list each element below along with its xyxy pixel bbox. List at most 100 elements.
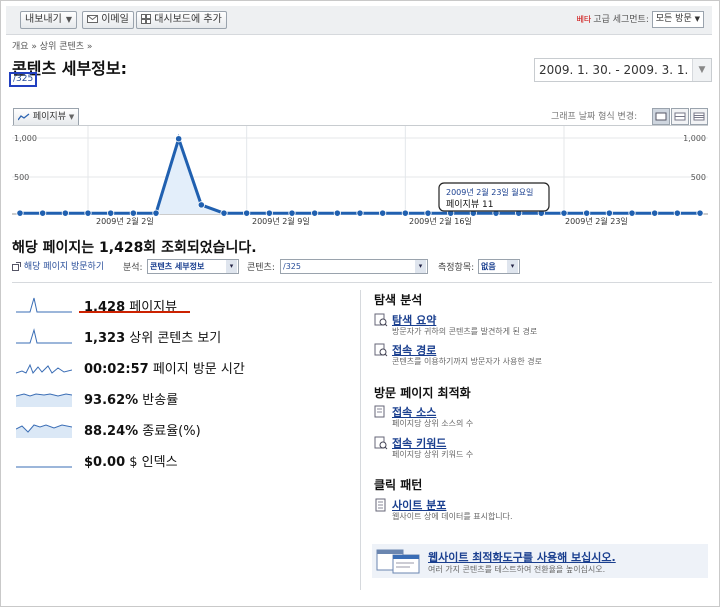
- data-point[interactable]: [356, 209, 364, 217]
- data-point[interactable]: [84, 209, 92, 217]
- website-optimizer-icon: [376, 549, 420, 574]
- chevron-down-icon[interactable]: ▼: [692, 59, 711, 81]
- month-view-icon[interactable]: [690, 108, 708, 125]
- time-on-page-sparkline: [16, 363, 72, 374]
- data-point[interactable]: [265, 209, 273, 217]
- email-button[interactable]: 이메일: [82, 11, 134, 29]
- week-view-icon[interactable]: [671, 108, 689, 125]
- promo-description: 여러 가지 콘텐츠를 테스트하여 전환율을 높이십시오.: [428, 565, 606, 574]
- date-range-picker[interactable]: 2009. 1. 30. - 2009. 3. 1. ▼: [534, 58, 712, 82]
- dimension-value: 없음: [481, 262, 496, 271]
- data-point[interactable]: [175, 135, 183, 143]
- metric-value: 93.62%: [84, 393, 139, 408]
- segment-select[interactable]: 모든 방문 ▼: [651, 11, 704, 28]
- data-point[interactable]: [401, 209, 409, 217]
- x-tick-label: 2009년 2월 16일: [409, 216, 472, 226]
- email-label: 이메일: [101, 14, 129, 25]
- landing-optimization-title: 방문 페이지 최적화: [374, 386, 471, 400]
- metric-unique-views[interactable]: 1,323 상위 콘텐츠 보기: [12, 325, 342, 349]
- data-point[interactable]: [696, 209, 704, 217]
- data-point[interactable]: [605, 209, 613, 217]
- entrance-sources-item: 접속 소스 페이지당 상위 소스의 수: [374, 405, 704, 433]
- beta-badge: 베타: [576, 15, 592, 24]
- item-description: 웹사이트 상에 데이터를 표시합니다.: [392, 512, 513, 521]
- metric-time-on-page[interactable]: 00:02:57 페이지 방문 시간: [12, 356, 342, 380]
- data-point[interactable]: [61, 209, 69, 217]
- chevron-down-icon: ▾: [415, 260, 426, 273]
- navigation-analysis-title: 탐색 분석: [374, 293, 423, 307]
- chevron-down-icon: ▾: [507, 260, 518, 273]
- export-button[interactable]: 내보내기 ▼: [20, 11, 77, 29]
- item-description: 페이지당 상위 소스의 수: [392, 419, 474, 428]
- analysis-label: 분석:: [123, 263, 143, 273]
- website-optimizer-link[interactable]: 웹사이트 최적화도구를 사용해 보십시오.: [428, 549, 616, 565]
- chevron-down-icon: ▼: [694, 15, 700, 23]
- data-point[interactable]: [129, 209, 137, 217]
- x-tick-label: 2009년 2월 9일: [252, 216, 310, 226]
- sources-icon: [374, 405, 385, 418]
- page-path: /325: [9, 72, 38, 87]
- data-point[interactable]: [16, 209, 24, 217]
- dimension-select[interactable]: 없음 ▾: [478, 259, 520, 274]
- line-chart-icon: [18, 112, 30, 120]
- data-point[interactable]: [107, 209, 115, 217]
- advanced-segment: 베타 고급 세그먼트: 모든 방문 ▼: [577, 11, 704, 28]
- section-divider: [12, 282, 712, 283]
- y-tick-right-1: 500: [691, 173, 706, 182]
- data-point[interactable]: [651, 209, 659, 217]
- data-point[interactable]: [583, 209, 591, 217]
- visit-page-link-text[interactable]: 해당 페이지 방문하기: [24, 262, 104, 272]
- keywords-icon: [374, 436, 388, 450]
- graph-metric-tab[interactable]: 페이지뷰 ▼: [13, 108, 80, 126]
- export-label: 내보내기: [25, 14, 62, 25]
- data-point[interactable]: [243, 209, 251, 217]
- navigation-summary-item: 탐색 요약 방문자가 귀하의 콘텐츠를 발견하게 된 경로: [374, 313, 704, 341]
- pageview-chart: 1,000 500 1,000 500 2009년 2월 2일 2009년 2월…: [12, 125, 708, 232]
- data-point[interactable]: [333, 209, 341, 217]
- data-point[interactable]: [197, 201, 205, 209]
- bounce-rate-sparkline: [16, 393, 72, 407]
- data-point[interactable]: [673, 209, 681, 217]
- data-point[interactable]: [379, 209, 387, 217]
- dashboard-label: 대시보드에 추가: [154, 14, 222, 25]
- dimension-label: 측정항목:: [438, 263, 475, 273]
- entrance-paths-item: 접속 경로 콘텐츠를 이용하기까지 방문자가 사용한 경로: [374, 343, 704, 371]
- document-search-icon: [374, 313, 388, 327]
- visit-page-link[interactable]: 해당 페이지 방문하기: [12, 259, 104, 272]
- content-value: /325: [283, 262, 301, 271]
- data-point[interactable]: [220, 209, 228, 217]
- y-tick-left-0: 1,000: [14, 134, 37, 143]
- unique-views-sparkline: [16, 328, 72, 344]
- metric-value: 1,323: [84, 331, 126, 346]
- metric-pageviews[interactable]: 1,428 페이지뷰: [12, 294, 342, 318]
- data-point[interactable]: [152, 209, 160, 217]
- toolbar: 내보내기 ▼ 이메일 대시보드에 추가 베타 고급 세그먼트: 모든 방문 ▼: [6, 6, 712, 35]
- metric-value: 88.24%: [84, 424, 139, 439]
- add-to-dashboard-button[interactable]: 대시보드에 추가: [136, 11, 227, 29]
- metric-bounce-rate[interactable]: 93.62% 반송률: [12, 387, 342, 411]
- metric-dollar-index[interactable]: $0.00 $ 인덱스: [12, 449, 342, 473]
- analysis-value: 콘텐츠 세부정보: [150, 262, 205, 271]
- entrance-keywords-item: 접속 키워드 페이지당 상위 키워드 수: [374, 436, 704, 464]
- dollar-index-sparkline: [16, 466, 72, 468]
- data-point[interactable]: [560, 209, 568, 217]
- day-view-icon[interactable]: [652, 108, 670, 125]
- analysis-select[interactable]: 콘텐츠 세부정보 ▾: [147, 259, 239, 274]
- item-description: 콘텐츠를 이용하기까지 방문자가 사용한 경로: [392, 357, 543, 366]
- breadcrumb[interactable]: 개요 » 상위 콘텐츠 »: [12, 39, 92, 52]
- graph-tab-label: 페이지뷰: [32, 112, 66, 122]
- data-point[interactable]: [288, 209, 296, 217]
- exit-rate-sparkline: [16, 424, 72, 438]
- summary-text: 해당 페이지는 1,428회 조회되었습니다.: [12, 240, 257, 256]
- metric-exit-rate[interactable]: 88.24% 종료율(%): [12, 418, 342, 442]
- content-select[interactable]: /325 ▾: [280, 259, 428, 274]
- chevron-down-icon: ▼: [65, 15, 72, 24]
- data-point[interactable]: [424, 209, 432, 217]
- chart-tooltip: 2009년 2월 23일 월요일 페이지뷰 11: [438, 182, 550, 212]
- data-point[interactable]: [311, 209, 319, 217]
- metric-label: 상위 콘텐츠 보기: [129, 331, 222, 346]
- data-point[interactable]: [39, 209, 47, 217]
- metric-label: 반송률: [142, 393, 179, 408]
- graph-view-buttons: [651, 106, 708, 125]
- data-point[interactable]: [628, 209, 636, 217]
